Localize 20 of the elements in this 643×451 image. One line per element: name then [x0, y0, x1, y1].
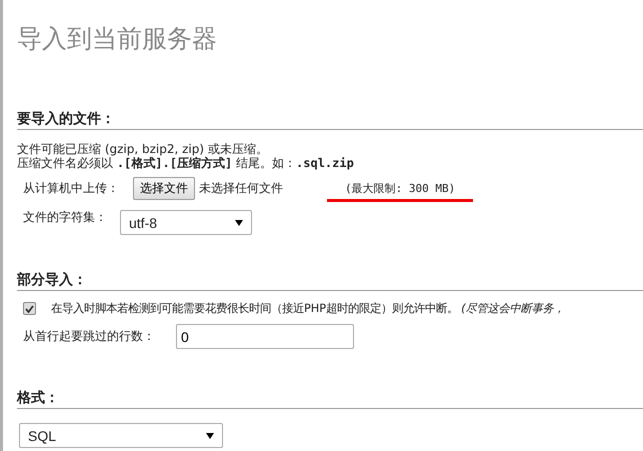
interrupt-hint: (尽管这会中断事务， — [461, 301, 565, 316]
page-title: 导入到当前服务器 — [17, 23, 218, 55]
charset-select[interactable]: utf-8 — [120, 210, 252, 235]
charset-label: 文件的字符集： — [23, 209, 107, 226]
skip-rows-label: 从首行起要跳过的行数： — [23, 328, 155, 345]
section-heading: 格式： — [17, 389, 643, 409]
max-limit-text: (最大限制: 300 MB) — [344, 182, 456, 194]
upload-label: 从计算机中上传： — [23, 180, 119, 196]
skip-rows-field[interactable]: 0 — [176, 324, 354, 349]
filename-note: 压缩文件名必须以 .[格式].[压缩方式] 结尾。如：.sql.zip — [17, 156, 355, 170]
compression-note: 文件可能已压缩 (gzip, bzip2, zip) 或未压缩。 — [17, 142, 269, 156]
dropdown-arrow-icon — [235, 220, 243, 226]
interrupt-label: 在导入时脚本若检测到可能需要花费很长时间（接近PHP超时的限定）则允许中断。 — [51, 301, 458, 316]
section-heading: 要导入的文件： — [17, 110, 643, 130]
choose-file-button[interactable]: 选择文件 — [133, 176, 195, 200]
no-file-text: 未选择任何文件 — [199, 180, 283, 196]
format-select[interactable]: SQL — [19, 423, 223, 448]
dropdown-arrow-icon — [206, 432, 214, 438]
interrupt-checkbox[interactable] — [23, 302, 36, 315]
section-heading: 部分导入： — [17, 271, 643, 291]
